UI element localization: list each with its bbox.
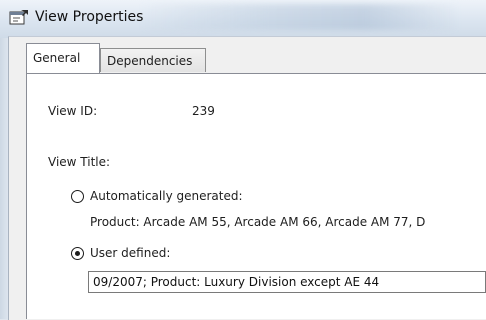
title-bar: View Properties: [0, 0, 486, 38]
properties-window-icon: [9, 10, 28, 25]
radio-user-defined[interactable]: [71, 247, 84, 260]
view-title-label: View Title:: [48, 155, 111, 169]
tab-general[interactable]: General: [26, 43, 100, 73]
automatic-title-text: Product: Arcade AM 55, Arcade AM 66, Arc…: [90, 215, 426, 229]
tab-dependencies[interactable]: Dependencies: [100, 48, 206, 72]
user-defined-title-input[interactable]: 09/2007; Product: Luxury Division except…: [88, 271, 486, 293]
view-id-label: View ID:: [48, 104, 98, 118]
window-title: View Properties: [35, 9, 144, 25]
tab-dependencies-label: Dependencies: [107, 54, 193, 68]
radio-automatically-generated-label[interactable]: Automatically generated:: [90, 189, 243, 203]
view-id-value: 239: [192, 104, 215, 118]
radio-selected-dot: [75, 251, 80, 256]
tab-general-label: General: [33, 51, 81, 65]
radio-automatically-generated[interactable]: [71, 190, 84, 203]
radio-user-defined-label[interactable]: User defined:: [90, 246, 170, 260]
